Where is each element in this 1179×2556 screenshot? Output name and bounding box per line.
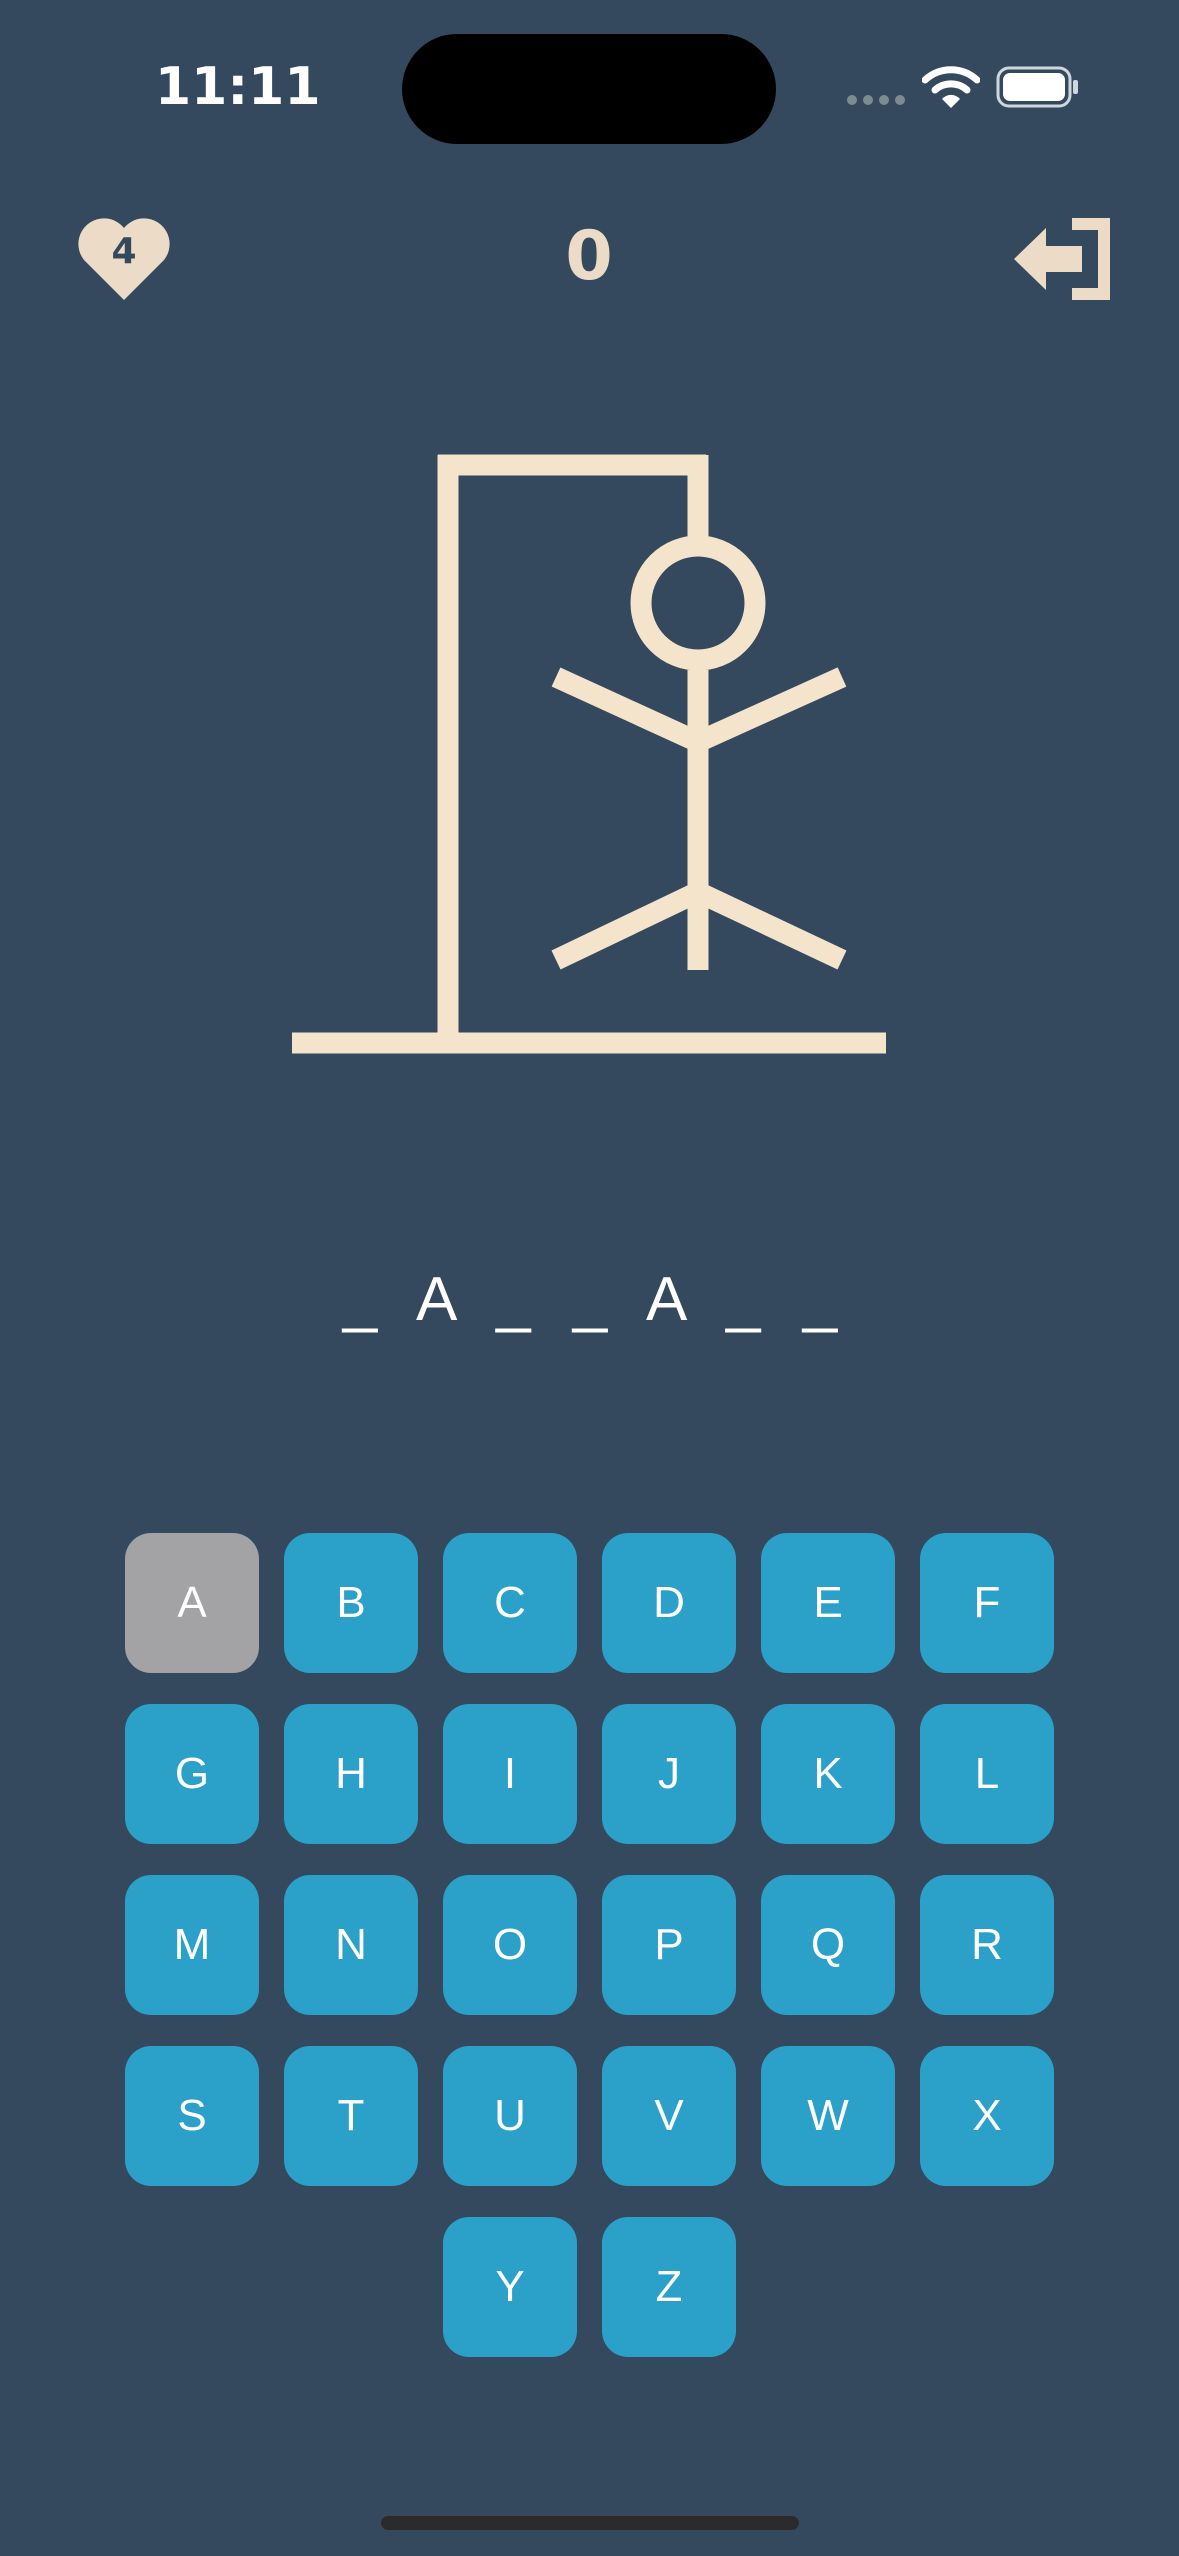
key-i[interactable]: I bbox=[443, 1704, 577, 1844]
key-s[interactable]: S bbox=[125, 2046, 259, 2186]
key-m[interactable]: M bbox=[125, 1875, 259, 2015]
key-f[interactable]: F bbox=[920, 1533, 1054, 1673]
hangman-right-leg bbox=[693, 882, 847, 970]
key-p[interactable]: P bbox=[602, 1875, 736, 2015]
key-l[interactable]: L bbox=[920, 1704, 1054, 1844]
word-display: _ A _ _ A _ _ bbox=[330, 1250, 850, 1350]
letter-slot: _ bbox=[342, 1265, 378, 1334]
letter-slot: A bbox=[645, 1265, 688, 1334]
hangman-left-arm bbox=[551, 667, 703, 752]
letter-slot: A bbox=[415, 1265, 458, 1334]
key-w[interactable]: W bbox=[761, 2046, 895, 2186]
key-q[interactable]: Q bbox=[761, 1875, 895, 2015]
key-g[interactable]: G bbox=[125, 1704, 259, 1844]
letter-keyboard: A B C D E F G H I J K L M N O P Q R S T … bbox=[124, 1533, 1055, 2388]
home-indicator[interactable] bbox=[381, 2516, 799, 2530]
hangman-right-arm bbox=[693, 667, 847, 752]
hangman-head bbox=[630, 535, 766, 671]
key-d[interactable]: D bbox=[602, 1533, 736, 1673]
key-c[interactable]: C bbox=[443, 1533, 577, 1673]
letter-slot: _ bbox=[572, 1265, 608, 1334]
letter-slot: _ bbox=[726, 1265, 761, 1334]
key-x[interactable]: X bbox=[920, 2046, 1054, 2186]
key-n[interactable]: N bbox=[284, 1875, 418, 2015]
key-j[interactable]: J bbox=[602, 1704, 736, 1844]
keyboard-row: A B C D E F bbox=[124, 1533, 1055, 1673]
key-a[interactable]: A bbox=[125, 1533, 259, 1673]
key-u[interactable]: U bbox=[443, 2046, 577, 2186]
hangman-drawing bbox=[292, 454, 886, 1054]
keyboard-row: Y Z bbox=[124, 2217, 1055, 2357]
key-t[interactable]: T bbox=[284, 2046, 418, 2186]
key-h[interactable]: H bbox=[284, 1704, 418, 1844]
key-v[interactable]: V bbox=[602, 2046, 736, 2186]
keyboard-row: G H I J K L bbox=[124, 1704, 1055, 1844]
key-b[interactable]: B bbox=[284, 1533, 418, 1673]
keyboard-row: S T U V W X bbox=[124, 2046, 1055, 2186]
key-k[interactable]: K bbox=[761, 1704, 895, 1844]
letter-slot: _ bbox=[802, 1265, 838, 1334]
key-r[interactable]: R bbox=[920, 1875, 1054, 2015]
keyboard-row: M N O P Q R bbox=[124, 1875, 1055, 2015]
key-y[interactable]: Y bbox=[443, 2217, 577, 2357]
key-z[interactable]: Z bbox=[602, 2217, 736, 2357]
letter-slot: _ bbox=[496, 1265, 531, 1334]
key-o[interactable]: O bbox=[443, 1875, 577, 2015]
hangman-left-leg bbox=[551, 882, 703, 970]
key-e[interactable]: E bbox=[761, 1533, 895, 1673]
